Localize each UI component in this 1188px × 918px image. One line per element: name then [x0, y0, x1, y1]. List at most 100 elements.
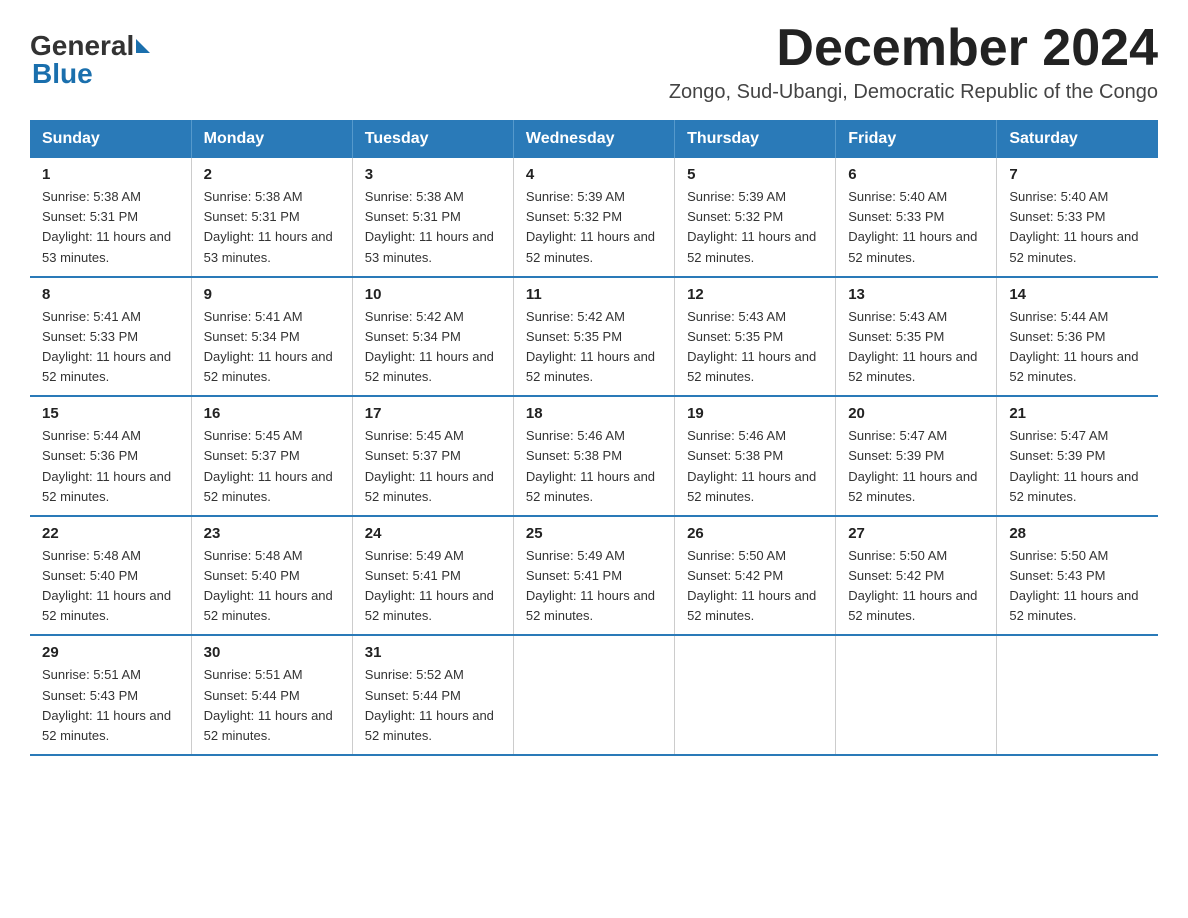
day-info: Sunrise: 5:50 AMSunset: 5:43 PMDaylight:… — [1009, 548, 1138, 623]
calendar-cell: 14 Sunrise: 5:44 AMSunset: 5:36 PMDaylig… — [997, 277, 1158, 397]
calendar-week-row: 22 Sunrise: 5:48 AMSunset: 5:40 PMDaylig… — [30, 516, 1158, 636]
day-info: Sunrise: 5:38 AMSunset: 5:31 PMDaylight:… — [42, 189, 171, 264]
col-header-thursday: Thursday — [675, 120, 836, 158]
day-info: Sunrise: 5:45 AMSunset: 5:37 PMDaylight:… — [204, 428, 333, 503]
day-info: Sunrise: 5:46 AMSunset: 5:38 PMDaylight:… — [687, 428, 816, 503]
calendar-cell — [513, 635, 674, 755]
day-number: 14 — [1009, 286, 1146, 303]
day-info: Sunrise: 5:42 AMSunset: 5:35 PMDaylight:… — [526, 309, 655, 384]
day-number: 28 — [1009, 525, 1146, 542]
calendar-cell: 15 Sunrise: 5:44 AMSunset: 5:36 PMDaylig… — [30, 396, 191, 516]
calendar-cell — [997, 635, 1158, 755]
calendar-cell: 24 Sunrise: 5:49 AMSunset: 5:41 PMDaylig… — [352, 516, 513, 636]
calendar-cell: 31 Sunrise: 5:52 AMSunset: 5:44 PMDaylig… — [352, 635, 513, 755]
calendar-cell: 22 Sunrise: 5:48 AMSunset: 5:40 PMDaylig… — [30, 516, 191, 636]
calendar-cell: 28 Sunrise: 5:50 AMSunset: 5:43 PMDaylig… — [997, 516, 1158, 636]
day-info: Sunrise: 5:40 AMSunset: 5:33 PMDaylight:… — [848, 189, 977, 264]
calendar-cell: 23 Sunrise: 5:48 AMSunset: 5:40 PMDaylig… — [191, 516, 352, 636]
day-info: Sunrise: 5:41 AMSunset: 5:33 PMDaylight:… — [42, 309, 171, 384]
day-info: Sunrise: 5:49 AMSunset: 5:41 PMDaylight:… — [526, 548, 655, 623]
calendar-cell: 27 Sunrise: 5:50 AMSunset: 5:42 PMDaylig… — [836, 516, 997, 636]
day-number: 10 — [365, 286, 501, 303]
calendar-cell: 30 Sunrise: 5:51 AMSunset: 5:44 PMDaylig… — [191, 635, 352, 755]
calendar-cell: 17 Sunrise: 5:45 AMSunset: 5:37 PMDaylig… — [352, 396, 513, 516]
calendar-cell: 29 Sunrise: 5:51 AMSunset: 5:43 PMDaylig… — [30, 635, 191, 755]
day-info: Sunrise: 5:39 AMSunset: 5:32 PMDaylight:… — [526, 189, 655, 264]
calendar-cell: 5 Sunrise: 5:39 AMSunset: 5:32 PMDayligh… — [675, 158, 836, 277]
day-info: Sunrise: 5:48 AMSunset: 5:40 PMDaylight:… — [204, 548, 333, 623]
day-number: 9 — [204, 286, 340, 303]
calendar-cell: 6 Sunrise: 5:40 AMSunset: 5:33 PMDayligh… — [836, 158, 997, 277]
day-number: 15 — [42, 405, 179, 422]
day-info: Sunrise: 5:51 AMSunset: 5:43 PMDaylight:… — [42, 667, 171, 742]
day-number: 3 — [365, 166, 501, 183]
day-info: Sunrise: 5:39 AMSunset: 5:32 PMDaylight:… — [687, 189, 816, 264]
calendar-cell: 25 Sunrise: 5:49 AMSunset: 5:41 PMDaylig… — [513, 516, 674, 636]
day-info: Sunrise: 5:46 AMSunset: 5:38 PMDaylight:… — [526, 428, 655, 503]
calendar-cell: 2 Sunrise: 5:38 AMSunset: 5:31 PMDayligh… — [191, 158, 352, 277]
day-number: 12 — [687, 286, 823, 303]
calendar-week-row: 8 Sunrise: 5:41 AMSunset: 5:33 PMDayligh… — [30, 277, 1158, 397]
logo-blue-label: Blue — [32, 58, 93, 90]
day-number: 29 — [42, 644, 179, 661]
day-info: Sunrise: 5:52 AMSunset: 5:44 PMDaylight:… — [365, 667, 494, 742]
calendar-cell: 7 Sunrise: 5:40 AMSunset: 5:33 PMDayligh… — [997, 158, 1158, 277]
calendar-cell: 18 Sunrise: 5:46 AMSunset: 5:38 PMDaylig… — [513, 396, 674, 516]
day-info: Sunrise: 5:51 AMSunset: 5:44 PMDaylight:… — [204, 667, 333, 742]
day-number: 7 — [1009, 166, 1146, 183]
day-number: 16 — [204, 405, 340, 422]
calendar-cell: 4 Sunrise: 5:39 AMSunset: 5:32 PMDayligh… — [513, 158, 674, 277]
day-number: 25 — [526, 525, 662, 542]
day-number: 4 — [526, 166, 662, 183]
day-number: 21 — [1009, 405, 1146, 422]
day-info: Sunrise: 5:48 AMSunset: 5:40 PMDaylight:… — [42, 548, 171, 623]
day-number: 6 — [848, 166, 984, 183]
day-number: 18 — [526, 405, 662, 422]
day-info: Sunrise: 5:43 AMSunset: 5:35 PMDaylight:… — [687, 309, 816, 384]
day-number: 1 — [42, 166, 179, 183]
logo: General Blue — [30, 20, 150, 90]
col-header-sunday: Sunday — [30, 120, 191, 158]
day-info: Sunrise: 5:42 AMSunset: 5:34 PMDaylight:… — [365, 309, 494, 384]
col-header-friday: Friday — [836, 120, 997, 158]
calendar-cell: 9 Sunrise: 5:41 AMSunset: 5:34 PMDayligh… — [191, 277, 352, 397]
main-title: December 2024 — [669, 20, 1158, 77]
calendar-cell: 1 Sunrise: 5:38 AMSunset: 5:31 PMDayligh… — [30, 158, 191, 277]
day-info: Sunrise: 5:47 AMSunset: 5:39 PMDaylight:… — [848, 428, 977, 503]
title-section: December 2024 Zongo, Sud-Ubangi, Democra… — [669, 20, 1158, 104]
day-number: 23 — [204, 525, 340, 542]
col-header-monday: Monday — [191, 120, 352, 158]
day-info: Sunrise: 5:49 AMSunset: 5:41 PMDaylight:… — [365, 548, 494, 623]
calendar-cell: 26 Sunrise: 5:50 AMSunset: 5:42 PMDaylig… — [675, 516, 836, 636]
calendar-cell: 3 Sunrise: 5:38 AMSunset: 5:31 PMDayligh… — [352, 158, 513, 277]
day-info: Sunrise: 5:41 AMSunset: 5:34 PMDaylight:… — [204, 309, 333, 384]
day-info: Sunrise: 5:38 AMSunset: 5:31 PMDaylight:… — [204, 189, 333, 264]
col-header-tuesday: Tuesday — [352, 120, 513, 158]
day-info: Sunrise: 5:47 AMSunset: 5:39 PMDaylight:… — [1009, 428, 1138, 503]
day-number: 24 — [365, 525, 501, 542]
calendar-week-row: 1 Sunrise: 5:38 AMSunset: 5:31 PMDayligh… — [30, 158, 1158, 277]
calendar-cell: 10 Sunrise: 5:42 AMSunset: 5:34 PMDaylig… — [352, 277, 513, 397]
day-number: 11 — [526, 286, 662, 303]
col-header-wednesday: Wednesday — [513, 120, 674, 158]
day-number: 17 — [365, 405, 501, 422]
day-info: Sunrise: 5:44 AMSunset: 5:36 PMDaylight:… — [42, 428, 171, 503]
calendar-cell: 11 Sunrise: 5:42 AMSunset: 5:35 PMDaylig… — [513, 277, 674, 397]
calendar-cell: 13 Sunrise: 5:43 AMSunset: 5:35 PMDaylig… — [836, 277, 997, 397]
calendar-table: SundayMondayTuesdayWednesdayThursdayFrid… — [30, 120, 1158, 756]
day-number: 30 — [204, 644, 340, 661]
day-number: 22 — [42, 525, 179, 542]
col-header-saturday: Saturday — [997, 120, 1158, 158]
calendar-cell: 21 Sunrise: 5:47 AMSunset: 5:39 PMDaylig… — [997, 396, 1158, 516]
subtitle: Zongo, Sud-Ubangi, Democratic Republic o… — [669, 81, 1158, 104]
day-number: 2 — [204, 166, 340, 183]
day-info: Sunrise: 5:44 AMSunset: 5:36 PMDaylight:… — [1009, 309, 1138, 384]
calendar-cell: 16 Sunrise: 5:45 AMSunset: 5:37 PMDaylig… — [191, 396, 352, 516]
logo-arrow-icon — [136, 39, 150, 53]
day-info: Sunrise: 5:45 AMSunset: 5:37 PMDaylight:… — [365, 428, 494, 503]
calendar-cell — [675, 635, 836, 755]
day-number: 8 — [42, 286, 179, 303]
calendar-cell — [836, 635, 997, 755]
day-info: Sunrise: 5:50 AMSunset: 5:42 PMDaylight:… — [848, 548, 977, 623]
calendar-cell: 19 Sunrise: 5:46 AMSunset: 5:38 PMDaylig… — [675, 396, 836, 516]
